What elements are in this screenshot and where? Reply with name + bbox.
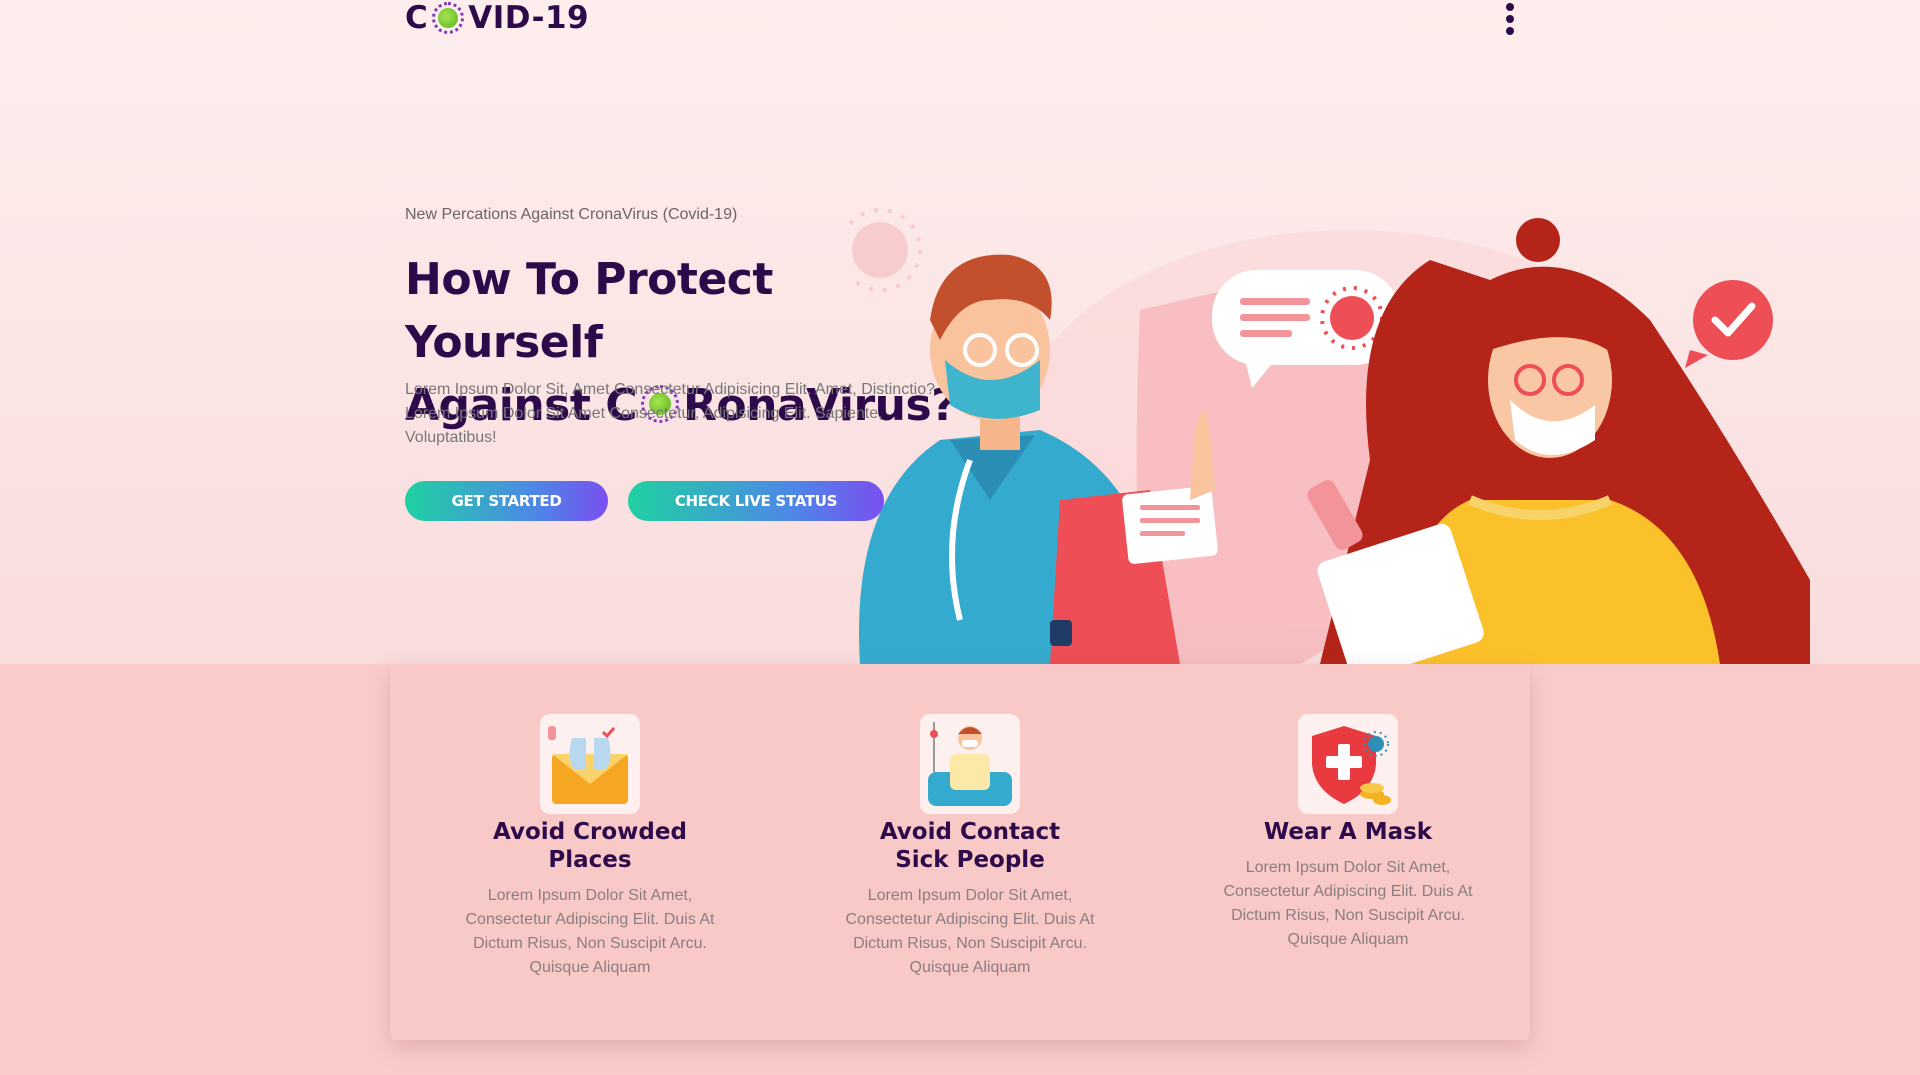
card-title: Avoid Crowded Places	[493, 819, 687, 873]
shield-cross-icon	[1298, 714, 1398, 814]
hero-section: C VID-19 New Percations Against CronaVir…	[0, 0, 1920, 664]
card-text: Lorem Ipsum Dolor Sit Amet, Consectetur …	[845, 887, 1095, 976]
logo-text-left: C	[405, 0, 429, 36]
hero-title-line1: How To Protect Yourself	[405, 254, 773, 368]
card-text: Lorem Ipsum Dolor Sit Amet, Consectetur …	[1223, 859, 1473, 948]
hero-subtitle: New Percations Against CronaVirus (Covid…	[405, 206, 738, 223]
faded-virus-icon	[850, 208, 922, 292]
menu-kebab-icon[interactable]	[1498, 3, 1522, 35]
envelope-lungs-icon	[540, 714, 640, 814]
card-title: Wear A Mask	[1263, 819, 1433, 845]
prevention-card: Avoid Crowded Places Lorem Ipsum Dolor S…	[440, 714, 740, 980]
card-text: Lorem Ipsum Dolor Sit Amet, Consectetur …	[465, 887, 715, 976]
logo-text-right: VID-19	[468, 0, 590, 36]
site-logo[interactable]: C VID-19	[405, 0, 589, 38]
sick-patient-icon	[920, 714, 1020, 814]
check-bubble-icon	[1685, 280, 1773, 368]
prevention-cards-panel: Avoid Crowded Places Lorem Ipsum Dolor S…	[390, 664, 1530, 1040]
hero-illustration	[850, 208, 1810, 664]
card-title: Avoid Contact Sick People	[879, 819, 1061, 873]
virus-icon	[431, 1, 465, 35]
prevention-card: Avoid Contact Sick People Lorem Ipsum Do…	[820, 714, 1120, 980]
prevention-card: Wear A Mask Lorem Ipsum Dolor Sit Amet, …	[1198, 714, 1498, 952]
check-live-status-button[interactable]: CHECK LIVE STATUS	[628, 481, 884, 521]
get-started-button[interactable]: GET STARTED	[405, 481, 608, 521]
